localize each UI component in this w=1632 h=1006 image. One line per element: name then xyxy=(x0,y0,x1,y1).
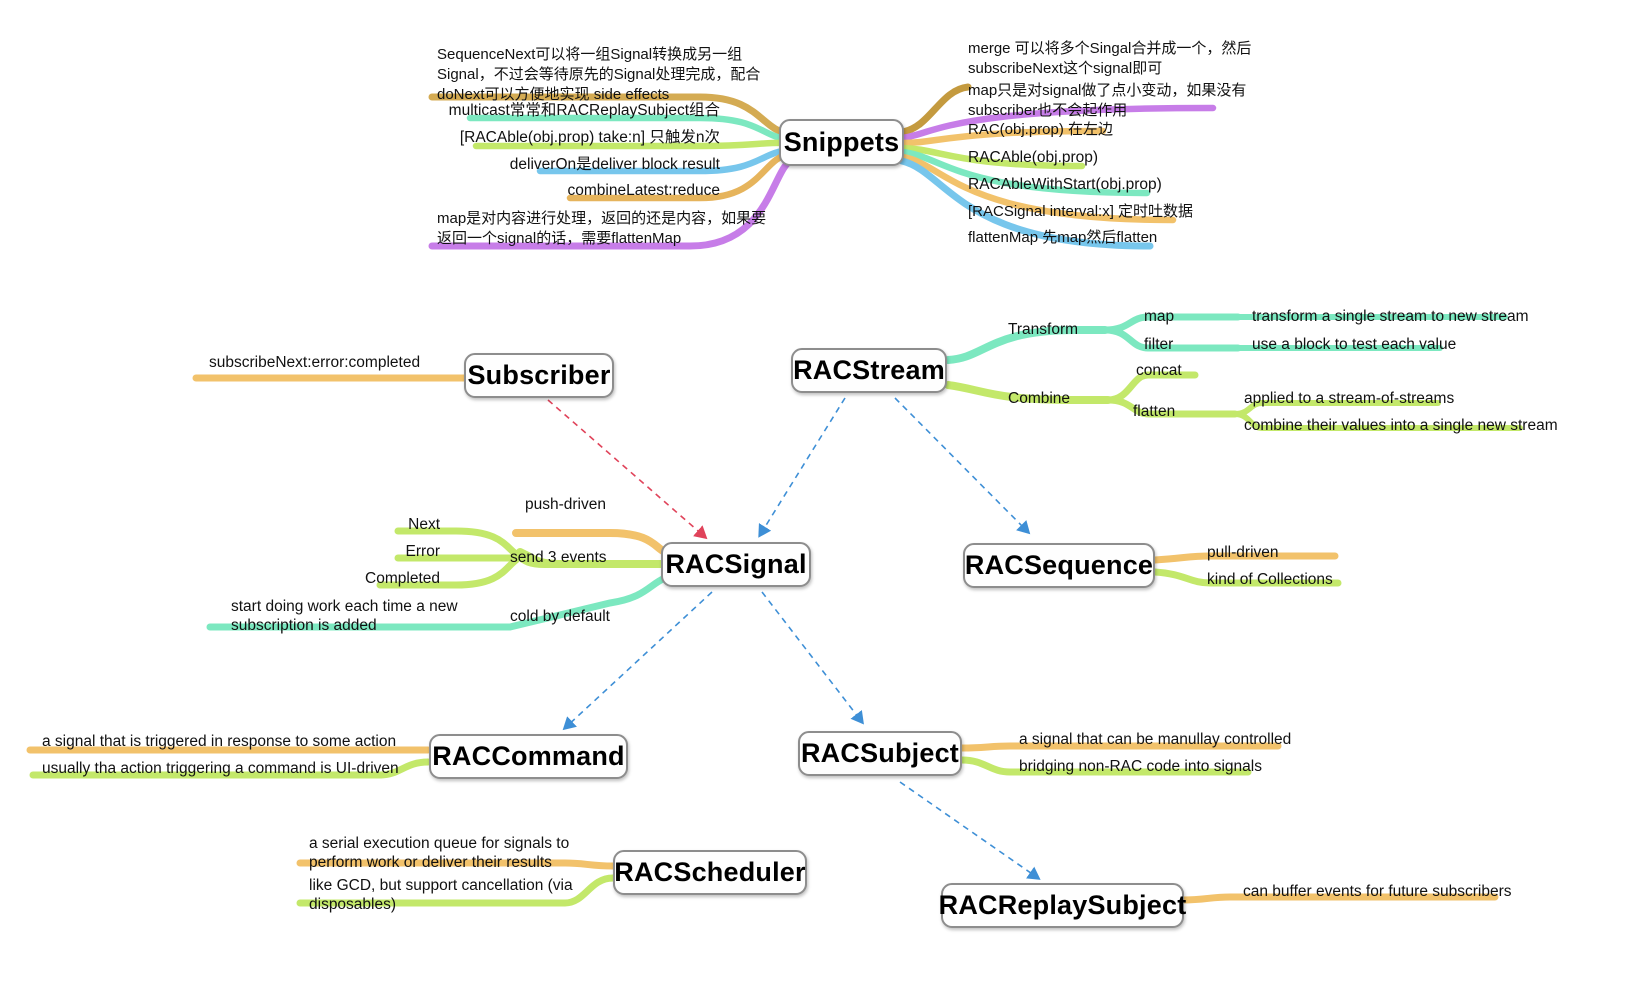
mindmap-canvas: Snippets Subscriber RACStream RACSignal … xyxy=(0,0,1632,1006)
racstream-filter-desc: use a block to test each value xyxy=(1252,336,1457,353)
node-racsignal[interactable]: RACSignal xyxy=(661,542,811,587)
racstream-concat-label: concat xyxy=(1136,362,1182,379)
snippet-right-6: flattenMap 先map然后flatten xyxy=(968,229,1158,246)
racsignal-event-error: Error xyxy=(405,543,440,560)
snippet-left-0: SequenceNext可以将一组Signal转换成另一组 Signal，不过会… xyxy=(437,46,761,103)
node-label: Snippets xyxy=(783,127,900,157)
racstream-flatten-desc-1: combine their values into a single new s… xyxy=(1244,417,1558,434)
racstream-map-label: map xyxy=(1144,308,1175,325)
node-label: RACSubject xyxy=(800,738,959,768)
racstream-combine-label: Combine xyxy=(1008,390,1071,407)
snippet-right-1: map只是对signal做了点小变动，如果没有 subscriber也不会起作用 xyxy=(968,82,1247,119)
node-label: Subscriber xyxy=(467,360,611,390)
node-label: RACSequence xyxy=(964,550,1154,580)
racstream-flatten-label: flatten xyxy=(1133,403,1176,420)
raccommand-branch-1: usually tha action triggering a command … xyxy=(42,760,399,777)
node-snippets[interactable]: Snippets xyxy=(779,119,904,166)
snippet-left-5: map是对内容进行处理，返回的还是内容，如果要 返回一个signal的话，需要f… xyxy=(437,210,767,247)
racscheduler-branch-0: a serial execution queue for signals to … xyxy=(309,835,570,872)
snippet-left-2: [RACAble(obj.prop) take:n] 只触发n次 xyxy=(459,129,720,146)
node-racsequence[interactable]: RACSequence xyxy=(963,543,1155,588)
snippet-right-4: RACAbleWithStart(obj.prop) xyxy=(968,176,1162,193)
node-subscriber[interactable]: Subscriber xyxy=(464,353,614,398)
racstream-filter-label: filter xyxy=(1144,336,1174,353)
racscheduler-branch-1: like GCD, but support cancellation (via … xyxy=(309,877,573,914)
racstream-transform-label: Transform xyxy=(1008,321,1079,338)
racsequence-branch-1: kind of Collections xyxy=(1207,571,1333,588)
node-racsubject[interactable]: RACSubject xyxy=(798,731,962,776)
racreplaysubject-branch-0: can buffer events for future subscribers xyxy=(1243,883,1512,900)
snippet-left-1: multicast常常和RACReplaySubject组合 xyxy=(448,102,720,119)
node-label: RACStream xyxy=(793,355,945,385)
node-label: RACReplaySubject xyxy=(938,890,1187,920)
racstream-flatten-desc-0: applied to a stream-of-streams xyxy=(1244,390,1455,407)
racsignal-event-next: Next xyxy=(408,516,440,533)
snippet-left-3: deliverOn是deliver block result xyxy=(509,156,720,173)
node-raccommand[interactable]: RACCommand xyxy=(429,734,628,779)
node-label: RACCommand xyxy=(432,741,625,771)
racsubject-branch-0: a signal that can be manullay controlled xyxy=(1019,731,1292,748)
racsignal-cold-by-default: cold by default xyxy=(510,608,610,625)
snippet-left-4: combineLatest:reduce xyxy=(567,182,720,199)
racsignal-send3events: send 3 events xyxy=(510,549,607,566)
snippet-right-5: [RACSignal interval:x] 定时吐数据 xyxy=(968,203,1194,220)
snippet-right-2: RAC(obj.prop) 在左边 xyxy=(968,121,1114,138)
node-label: RACSignal xyxy=(665,549,807,579)
racsubject-branch-1: bridging non-RAC code into signals xyxy=(1019,758,1262,775)
raccommand-branch-0: a signal that is triggered in response t… xyxy=(42,733,397,750)
node-racscheduler[interactable]: RACScheduler xyxy=(613,850,807,895)
snippet-right-3: RACAble(obj.prop) xyxy=(968,149,1099,166)
racsequence-branch-0: pull-driven xyxy=(1207,544,1279,561)
node-label: RACScheduler xyxy=(614,857,806,887)
racsignal-push-driven: push-driven xyxy=(525,496,606,513)
snippet-right-0: merge 可以将多个Singal合并成一个，然后 subscribeNext这… xyxy=(968,40,1252,77)
node-racstream[interactable]: RACStream xyxy=(791,348,947,393)
node-racreplaysubject[interactable]: RACReplaySubject xyxy=(938,883,1187,928)
racstream-map-desc: transform a single stream to new stream xyxy=(1252,308,1529,325)
racsignal-cold-desc: start doing work each time a new subscri… xyxy=(231,598,458,635)
racsignal-event-completed: Completed xyxy=(365,570,440,587)
